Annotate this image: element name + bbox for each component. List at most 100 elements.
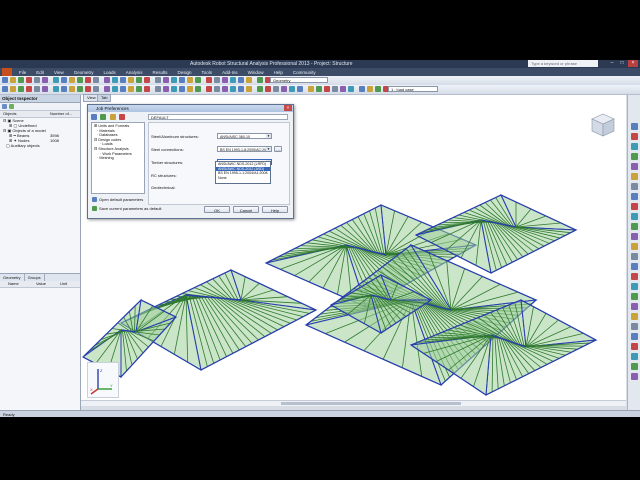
view-tool-icon[interactable] [93,86,99,92]
standard-tool-icon[interactable] [93,77,99,83]
side-tool-icon[interactable] [631,343,638,350]
tab-groups[interactable]: Groups [25,274,45,281]
cancel-button[interactable]: Cancel [233,206,259,213]
standard-tool-icon[interactable] [238,77,244,83]
menu-loads[interactable]: Loads [98,68,120,76]
view-tool-icon[interactable] [308,86,314,92]
app-logo-icon[interactable] [2,68,12,76]
help-button[interactable]: Help [262,206,288,213]
standard-tool-icon[interactable] [163,77,169,83]
side-tool-icon[interactable] [631,173,638,180]
menu-file[interactable]: File [14,68,31,76]
standard-tool-icon[interactable] [144,77,150,83]
maximize-icon[interactable]: □ [617,60,627,67]
column-number[interactable]: Number of... [50,111,72,117]
standard-tool-icon[interactable] [26,77,32,83]
standard-tool-icon[interactable] [34,77,40,83]
standard-tool-icon[interactable] [69,77,75,83]
view-tool-icon[interactable] [144,86,150,92]
load-case-combo[interactable]: 1 : load case [388,86,438,92]
more-codes-button[interactable]: … [274,146,282,152]
view-tool-icon[interactable] [112,86,118,92]
menu-addins[interactable]: Add-Ins [217,68,243,76]
standard-tool-icon[interactable] [171,77,177,83]
standard-tool-icon[interactable] [42,77,48,83]
view-tool-icon[interactable] [26,86,32,92]
menu-edit[interactable]: Edit [31,68,49,76]
side-tool-icon[interactable] [631,153,638,160]
view-tool-icon[interactable] [324,86,330,92]
steel-connections-select[interactable]: BS EN 1993-1-8:2005/AC:2009 ▾ [217,146,272,152]
view-tool-icon[interactable] [289,86,295,92]
view-tool-icon[interactable] [77,86,83,92]
side-tool-icon[interactable] [631,303,638,310]
steel-structures-select[interactable]: ANSI/AISC 360-10 ▾ [217,133,272,139]
open-default-parameters-button[interactable]: Open default parameters [92,197,143,202]
standard-tool-icon[interactable] [187,77,193,83]
view-tool-icon[interactable] [206,86,212,92]
view-tool-icon[interactable] [246,86,252,92]
standard-tool-icon[interactable] [128,77,134,83]
view-tool-icon[interactable] [375,86,381,92]
view-tool-icon[interactable] [257,86,263,92]
tree-meshing[interactable]: · Meshing [94,156,144,161]
column-name[interactable]: Name [8,281,19,287]
side-tool-icon[interactable] [631,183,638,190]
view-tool-icon[interactable] [61,86,67,92]
side-tool-icon[interactable] [631,233,638,240]
standard-tool-icon[interactable] [120,77,126,83]
filter-icon[interactable] [2,104,7,109]
view-tool-icon[interactable] [171,86,177,92]
side-tool-icon[interactable] [631,363,638,370]
menu-design[interactable]: Design [173,68,197,76]
standard-tool-icon[interactable] [179,77,185,83]
menu-community[interactable]: Community [288,68,321,76]
dialog-close-icon[interactable]: × [284,105,292,111]
menu-analysis[interactable]: Analysis [121,68,148,76]
standard-tool-icon[interactable] [104,77,110,83]
standard-tool-icon[interactable] [77,77,83,83]
standard-tool-icon[interactable] [155,77,161,83]
standard-tool-icon[interactable] [206,77,212,83]
standard-tool-icon[interactable] [85,77,91,83]
view-tool-icon[interactable] [238,86,244,92]
side-tool-icon[interactable] [631,283,638,290]
menu-window[interactable]: Window [243,68,269,76]
delete-icon[interactable] [119,114,126,120]
select-icon[interactable] [9,104,15,109]
view-tool-icon[interactable] [53,86,59,92]
standard-tool-icon[interactable] [2,77,8,83]
standard-tool-icon[interactable] [10,77,16,83]
new-icon[interactable] [109,114,116,120]
view-tool-icon[interactable] [214,86,220,92]
tab-geometry[interactable]: Geometry [0,274,25,281]
view-tool-icon[interactable] [104,86,110,92]
side-tool-icon[interactable] [631,143,638,150]
view-tool-icon[interactable] [273,86,279,92]
standard-tool-icon[interactable] [18,77,24,83]
view-tool-icon[interactable] [187,86,193,92]
side-tool-icon[interactable] [631,313,638,320]
view-tool-icon[interactable] [297,86,303,92]
scrollbar-thumb[interactable] [281,402,461,405]
view-tool-icon[interactable] [316,86,322,92]
side-tool-icon[interactable] [631,193,638,200]
preferences-name-field[interactable]: DEFAULT [148,114,288,120]
side-tool-icon[interactable] [631,353,638,360]
standard-tool-icon[interactable] [214,77,220,83]
open-icon[interactable] [91,114,97,120]
side-tool-icon[interactable] [631,373,638,380]
save-icon[interactable] [100,114,107,120]
view-tool-icon[interactable] [34,86,40,92]
dropdown-option[interactable]: None [216,176,270,181]
view-tool-icon[interactable] [85,86,91,92]
view-tool-icon[interactable] [136,86,142,92]
side-tool-icon[interactable] [631,223,638,230]
side-tool-icon[interactable] [631,323,638,330]
save-as-default-button[interactable]: Save current parameters as default [92,206,161,211]
view-tool-icon[interactable] [2,86,8,92]
side-tool-icon[interactable] [631,203,638,210]
standard-tool-icon[interactable] [136,77,142,83]
side-tool-icon[interactable] [631,263,638,270]
view-tool-icon[interactable] [69,86,75,92]
